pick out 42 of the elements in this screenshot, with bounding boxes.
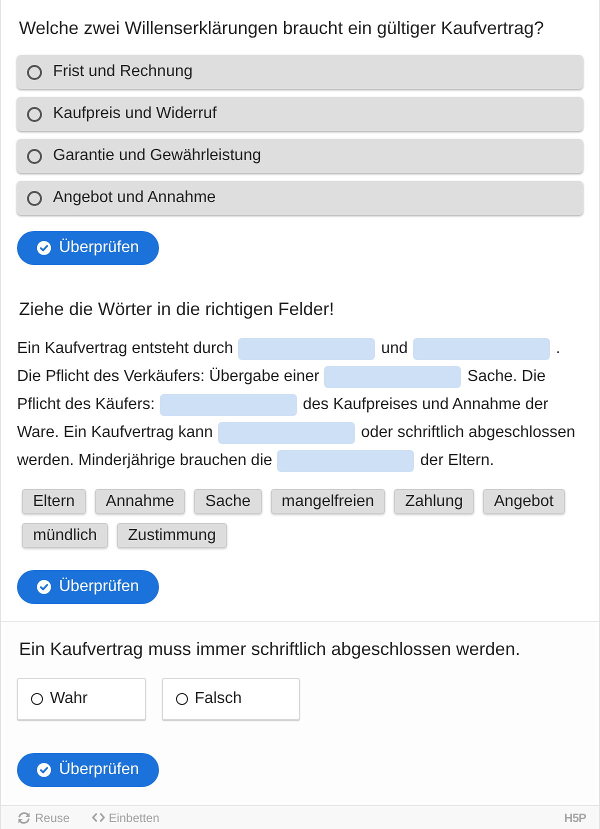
answer-option[interactable]: Falsch — [162, 678, 300, 720]
check-circle-icon — [37, 241, 51, 255]
answer-option[interactable]: Angebot und Annahme — [17, 181, 583, 215]
draggable-word[interactable]: Zustimmung — [117, 523, 228, 548]
check-circle-icon — [37, 763, 51, 777]
instruction-text: Ziehe die Wörter in die richtigen Felder! — [18, 298, 336, 320]
draggable-word[interactable]: mündlich — [22, 523, 108, 548]
answer-option[interactable]: Wahr — [17, 678, 146, 720]
check-button[interactable]: Überprüfen — [17, 570, 160, 604]
draggable-word[interactable]: Zahlung — [394, 489, 474, 514]
draggable-word[interactable]: Annahme — [94, 489, 186, 514]
drop-zone-field[interactable] — [412, 338, 550, 360]
refresh-icon — [17, 810, 31, 824]
check-circle-icon — [37, 580, 51, 594]
check-button[interactable]: Überprüfen — [17, 231, 160, 265]
sentence-text: Ein Kaufvertrag entsteht durch — [17, 339, 234, 359]
sentence-text: Die Pflicht des Verkäufers: Übergabe einer — [17, 367, 320, 387]
answer-option[interactable]: Kaufpreis und Widerruf — [17, 97, 583, 131]
drop-zone-field[interactable] — [324, 366, 462, 388]
sentence-text: . — [556, 339, 560, 359]
sentence-text: der Eltern. — [420, 451, 494, 471]
draggable-word[interactable]: Sache — [194, 489, 262, 514]
question-text: Welche zwei Willenserklärungen braucht ein gültiger Kaufvertrag? — [18, 17, 545, 39]
draggable-word[interactable]: Angebot — [483, 489, 565, 514]
answer-option[interactable]: Frist und Rechnung — [17, 55, 583, 89]
sentence-text: oder schriftlich abgeschlossen — [360, 423, 576, 443]
sentence-text: werden. Minderjährige brauchen die — [17, 451, 272, 471]
drop-zone-field[interactable] — [238, 338, 376, 360]
draggable-word[interactable]: mangelfreien — [270, 489, 386, 514]
question-text: Ein Kaufvertrag muss immer schriftlich abgeschlossen werden. — [18, 638, 522, 660]
sentence-text: und — [381, 339, 408, 359]
draggable-word[interactable]: Eltern — [22, 489, 86, 514]
check-button[interactable]: Überprüfen — [17, 753, 160, 787]
drop-zone-field[interactable] — [277, 450, 414, 472]
sentence-text: Sache. Die — [467, 367, 546, 387]
code-icon — [92, 813, 105, 822]
drop-zone-field[interactable] — [160, 394, 297, 416]
drop-zone-field[interactable] — [218, 422, 355, 444]
sentence-text: Ware. Ein Kaufvertrag kann — [17, 423, 213, 443]
answer-option[interactable]: Garantie und Gewährleistung — [17, 139, 583, 173]
sentence-text: des Kaufpreises und Annahme der — [302, 395, 548, 415]
sentence-text: Pflicht des Käufers: — [17, 395, 155, 415]
